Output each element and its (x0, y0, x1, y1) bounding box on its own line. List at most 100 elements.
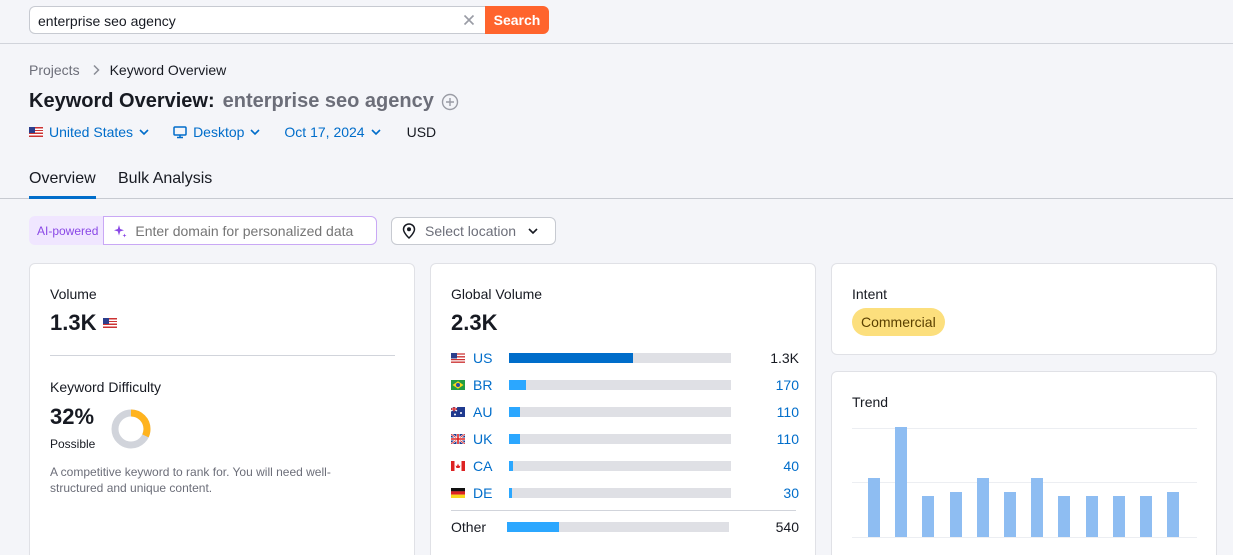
global-volume-card: Global Volume 2.3K US 1.3K BR 170 AU 110… (430, 263, 816, 555)
kd-value: 32% (50, 404, 95, 429)
intent-badge: Commercial (852, 308, 945, 336)
breadcrumb-current: Keyword Overview (109, 62, 227, 78)
page-title: Keyword Overview: enterprise seo agency (29, 90, 459, 113)
location-select[interactable]: Select location (391, 217, 556, 245)
us-flag-icon (29, 127, 43, 137)
bar-fill (509, 488, 512, 498)
ai-powered-badge: AI-powered (29, 216, 105, 245)
date-filter[interactable]: Oct 17, 2024 (284, 124, 381, 140)
intent-card: Intent Commercial (831, 263, 1217, 355)
country-row: AU 110 (451, 404, 799, 420)
intent-label: Intent (852, 286, 888, 302)
volume-number: 1.3K (50, 310, 97, 335)
trend-bar (1086, 496, 1098, 537)
country-filter[interactable]: United States (29, 124, 149, 140)
country-volume[interactable]: 110 (777, 431, 799, 447)
top-search-bar: Search (0, 0, 1233, 44)
bar-track (509, 488, 731, 498)
trend-bar (950, 492, 962, 537)
us-flag-icon (103, 318, 118, 328)
other-label: Other (451, 519, 487, 535)
card-divider (451, 510, 796, 511)
add-to-list-icon[interactable] (441, 93, 459, 111)
date-filter-label: Oct 17, 2024 (284, 124, 365, 140)
filters-row: United States Desktop Oct 17, 2024 USD (29, 124, 436, 140)
domain-input[interactable] (135, 222, 376, 239)
trend-baseline (852, 537, 1197, 538)
au-flag-icon (451, 407, 465, 417)
breadcrumb: Projects Keyword Overview (29, 62, 226, 78)
uk-flag-icon (451, 434, 465, 444)
bar-fill (509, 407, 520, 417)
clear-icon[interactable] (461, 12, 477, 28)
page-title-keyword: enterprise seo agency (222, 90, 434, 112)
country-code[interactable]: AU (473, 404, 509, 420)
device-filter[interactable]: Desktop (173, 124, 260, 140)
country-volume[interactable]: 40 (783, 458, 799, 474)
country-row: BR 170 (451, 377, 799, 393)
trend-bar (1167, 492, 1179, 537)
kd-description: A competitive keyword to rank for. You w… (50, 465, 331, 495)
kd-donut-chart (111, 409, 151, 449)
card-divider (50, 355, 395, 356)
ca-flag-icon (451, 461, 465, 471)
country-code[interactable]: BR (473, 377, 509, 393)
bar-track (509, 461, 731, 471)
search-button[interactable]: Search (485, 6, 549, 34)
country-code[interactable]: DE (473, 485, 509, 501)
volume-value: 1.3K (50, 310, 123, 336)
location-select-label: Select location (425, 223, 517, 239)
tab-bar: Overview Bulk Analysis (0, 164, 1233, 199)
global-volume-value: 2.3K (451, 310, 498, 335)
ai-input-wrap (103, 216, 378, 245)
trend-bar (977, 478, 989, 537)
trend-bar (868, 478, 880, 537)
br-flag-icon (451, 380, 465, 390)
country-volume[interactable]: 110 (777, 404, 799, 420)
chevron-down-icon (250, 129, 260, 136)
de-flag-icon (451, 488, 465, 498)
country-volume[interactable]: 170 (776, 377, 799, 393)
trend-bar (1031, 478, 1043, 537)
chevron-right-icon (93, 64, 100, 76)
currency-label: USD (406, 124, 437, 140)
country-code[interactable]: US (473, 350, 509, 366)
bar-track (509, 407, 731, 417)
trend-bar (1058, 496, 1070, 537)
global-volume-label: Global Volume (451, 286, 543, 302)
trend-label: Trend (852, 394, 889, 410)
chevron-down-icon (139, 129, 149, 136)
country-volume[interactable]: 30 (783, 485, 799, 501)
kd-label: Keyword Difficulty (50, 379, 162, 395)
chevron-down-icon (371, 129, 381, 136)
bar-fill (507, 522, 559, 532)
bar-fill (509, 434, 520, 444)
volume-card: Volume 1.3K Keyword Difficulty 32% Possi… (29, 263, 415, 555)
other-volume: 540 (775, 519, 799, 535)
bar-track (509, 380, 731, 390)
bar-fill (509, 461, 513, 471)
bar-fill (509, 380, 526, 390)
chevron-down-icon (528, 228, 538, 235)
country-volume: 1.3K (770, 350, 799, 366)
bar-track (507, 522, 729, 532)
desktop-icon (173, 126, 187, 139)
bar-track (509, 353, 731, 363)
country-code[interactable]: CA (473, 458, 509, 474)
device-filter-label: Desktop (193, 124, 245, 140)
trend-bar (922, 496, 934, 537)
tab-overview[interactable]: Overview (29, 170, 96, 199)
tab-bulk-analysis[interactable]: Bulk Analysis (118, 170, 212, 188)
ai-domain-group: AI-powered (29, 216, 378, 245)
us-flag-icon (451, 353, 465, 363)
trend-bar (1113, 496, 1125, 537)
country-code[interactable]: UK (473, 431, 509, 447)
search-box (29, 6, 486, 34)
breadcrumb-projects[interactable]: Projects (29, 62, 80, 78)
bar-track (509, 434, 731, 444)
kd-level: Possible (50, 437, 96, 451)
search-input[interactable] (38, 11, 458, 31)
page-title-prefix: Keyword Overview: (29, 90, 215, 112)
volume-label: Volume (50, 286, 97, 302)
trend-card: Trend (831, 371, 1217, 555)
